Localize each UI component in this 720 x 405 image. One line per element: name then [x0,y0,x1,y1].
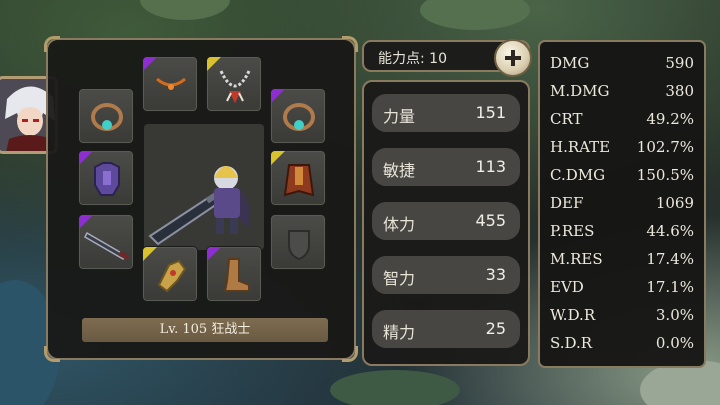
stat-name: H.RATE [550,138,611,156]
equip-slot-gloves[interactable] [142,246,198,302]
panel-corner-ornament [342,36,358,52]
stat-row-cdmg: C.DMG 150.5% [540,162,704,190]
stat-value: 150.5% [636,166,694,184]
cloak-icon [283,164,315,197]
stat-name: M.RES [550,250,603,268]
stat-value: 590 [665,54,694,72]
stat-name: DMG [550,54,590,72]
attribute-value: 113 [475,157,506,176]
berserker-character-icon [148,166,250,246]
add-stat-points-button[interactable] [494,39,532,77]
stat-row-crt: CRT 49.2% [540,106,704,134]
sword-icon [84,231,130,261]
stat-name: P.RES [550,222,595,240]
stat-name: EVD [550,278,584,296]
stat-row-evd: EVD 17.1% [540,274,704,302]
necklace-icon [219,70,251,103]
equip-slot-boots[interactable] [206,246,262,302]
equip-slot-earring-left[interactable] [78,88,134,144]
stat-value: 17.1% [646,278,694,296]
attribute-name: 敏捷 [383,161,416,180]
stat-name: CRT [550,110,583,128]
map-foliage [330,370,460,405]
stat-name: W.D.R [550,306,596,324]
stat-name: C.DMG [550,166,606,184]
amulet-icon [156,77,186,90]
boots-icon [223,258,250,292]
gauntlet-icon [157,259,187,293]
attribute-row-spirit[interactable]: 精力 25 [372,310,520,348]
stat-name: M.DMG [550,82,610,100]
stat-row-hrate: H.RATE 102.7% [540,134,704,162]
equip-slot-cloak[interactable] [270,150,326,206]
character-level-class: Lv. 105 狂战士 [82,318,328,342]
attribute-name: 体力 [383,215,416,234]
attribute-value: 25 [485,319,506,338]
equipment-panel: Lv. 105 狂战士 [44,36,358,362]
attribute-value: 33 [485,265,506,284]
stat-row-def: DEF 1069 [540,190,704,218]
equip-slot-offhand-empty[interactable] [270,214,326,270]
equip-slot-weapon[interactable] [78,214,134,270]
map-foliage [140,0,230,20]
stat-row-mres: M.RES 17.4% [540,246,704,274]
equip-slot-earring-right[interactable] [270,88,326,144]
stat-value: 49.2% [646,110,694,128]
combat-stats-panel: DMG 590 M.DMG 380 CRT 49.2% H.RATE 102.7… [538,40,706,368]
stat-name: DEF [550,194,584,212]
attribute-name: 力量 [383,107,416,126]
earring-icon [283,103,315,131]
stat-value: 3.0% [655,306,694,324]
stat-row-mdmg: M.DMG 380 [540,78,704,106]
stat-value: 44.6% [646,222,694,240]
stat-row-dmg: DMG 590 [540,50,704,78]
attribute-row-vitality[interactable]: 体力 455 [372,202,520,240]
map-foliage [420,0,530,30]
stat-value: 380 [665,82,694,100]
shield-placeholder-icon [288,230,310,261]
attribute-name: 智力 [383,269,416,288]
character-preview [144,124,264,250]
stat-value: 17.4% [646,250,694,268]
attribute-value: 455 [475,211,506,230]
stat-value: 0.0% [655,334,694,352]
attributes-panel: 力量 151 敏捷 113 体力 455 智力 33 精力 25 [362,80,530,366]
attribute-row-agility[interactable]: 敏捷 113 [372,148,520,186]
equip-slot-necklace-orange[interactable] [142,56,198,112]
armor-icon [94,162,120,196]
stat-value: 1069 [655,194,694,212]
stat-row-sdr: S.D.R 0.0% [540,330,704,358]
stat-points-label: 能力点: 10 [378,51,447,67]
panel-corner-ornament [44,36,60,52]
attribute-value: 151 [475,103,506,122]
equip-slot-armor[interactable] [78,150,134,206]
earring-icon [91,103,123,131]
attribute-name: 精力 [383,323,416,342]
attribute-row-intelligence[interactable]: 智力 33 [372,256,520,294]
stat-points-header: 能力点: 10 [362,39,532,77]
stat-row-wdr: W.D.R 3.0% [540,302,704,330]
equip-slot-necklace-chain[interactable] [206,56,262,112]
panel-corner-ornament [342,346,358,362]
attribute-row-strength[interactable]: 力量 151 [372,94,520,132]
stat-row-pres: P.RES 44.6% [540,218,704,246]
stat-name: S.D.R [550,334,593,352]
stat-value: 102.7% [636,138,694,156]
